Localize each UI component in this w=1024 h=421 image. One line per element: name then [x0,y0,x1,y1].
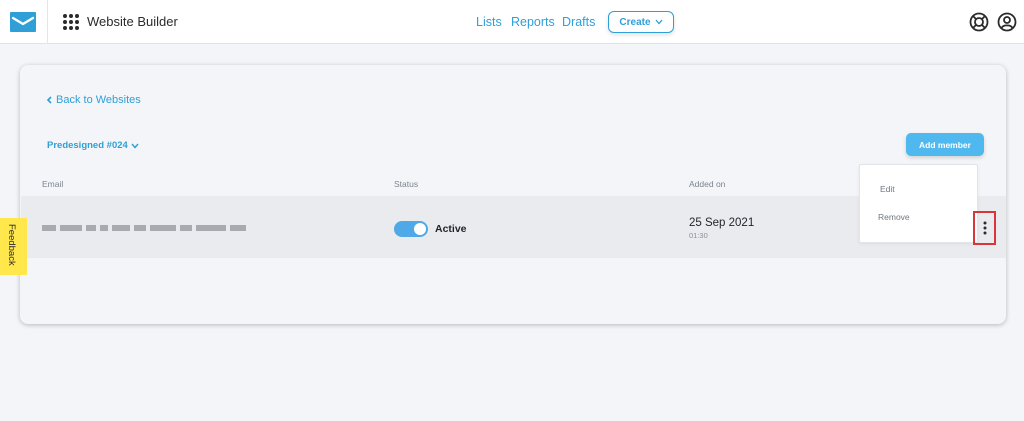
added-date: 25 Sep 2021 [689,217,755,229]
row-more-actions-button[interactable] [973,211,996,245]
apps-grid-icon[interactable] [63,14,79,30]
create-button[interactable]: Create [608,11,674,33]
nav-reports[interactable]: Reports [511,15,555,29]
toggle-knob [414,223,426,235]
feedback-label: Feedback [6,224,17,266]
menu-item-edit[interactable]: Edit [880,184,895,194]
mail-logo-icon[interactable] [10,12,36,32]
create-label: Create [619,16,651,28]
status-text: Active [435,223,467,235]
column-header-status: Status [394,179,419,189]
status-toggle[interactable] [394,221,428,237]
nav-lists[interactable]: Lists [476,15,502,29]
row-actions-menu: Edit Remove [859,164,978,243]
nav-drafts[interactable]: Drafts [562,15,595,29]
column-header-added-on: Added on [689,179,726,189]
back-to-websites-link[interactable]: Back to Websites [46,94,141,106]
top-bar: Website Builder Lists Reports Drafts Cre… [0,0,1024,44]
add-member-button[interactable]: Add member [906,133,984,156]
help-lifebuoy-icon[interactable] [968,11,990,33]
chevron-down-icon [655,19,663,25]
website-selector[interactable]: Predesigned #024 [47,140,139,151]
chevron-down-icon [131,143,139,149]
feedback-tab[interactable]: Feedback [0,218,27,275]
back-label: Back to Websites [56,94,141,106]
more-vertical-icon [983,221,986,235]
member-email-redacted [42,222,246,234]
added-time: 01:30 [689,231,708,240]
website-name: Predesigned #024 [47,140,128,151]
chevron-left-icon [46,96,52,104]
menu-item-remove[interactable]: Remove [878,212,910,222]
column-header-email: Email [42,179,64,189]
header-divider [47,0,48,44]
account-icon[interactable] [996,11,1018,33]
app-title: Website Builder [87,14,178,29]
